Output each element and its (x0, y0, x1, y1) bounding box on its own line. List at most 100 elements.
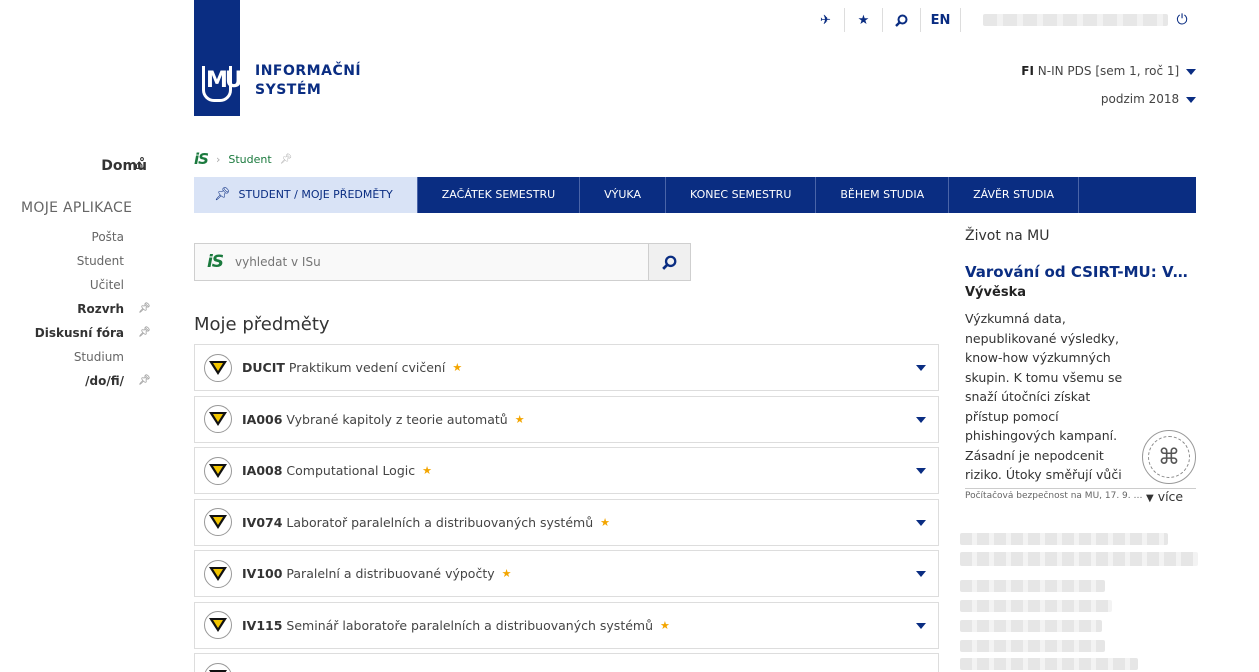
redacted-text (960, 658, 1138, 670)
course-code: DUCIT (242, 360, 285, 375)
course-row[interactable]: IV100 Paralelní a distribuované výpočty ★ (194, 550, 939, 597)
sidebar-item[interactable]: Pošta (0, 228, 124, 252)
faculty-emblem-icon (204, 559, 232, 588)
course-name: Paralelní a distribuované výpočty (286, 566, 495, 581)
faculty-emblem-icon (204, 508, 232, 536)
course-name: Praktikum vedení cvičení (288, 360, 446, 375)
course-code: IV115 (242, 617, 283, 633)
nav-tab[interactable]: KONEC SEMESTRU (666, 177, 817, 213)
search-icon[interactable] (883, 8, 921, 32)
tab-student-my-courses[interactable]: 📌︎ STUDENT / MOJE PŘEDMĚTY (194, 177, 418, 213)
course-row[interactable] (194, 653, 939, 672)
star-icon[interactable]: ★ (845, 8, 883, 32)
triangle-down-icon: ▼ (1146, 493, 1154, 504)
course-row[interactable]: IV074 Laboratoř paralelních a distribuova… (194, 498, 939, 546)
sidebar-item[interactable]: Studium (0, 348, 124, 372)
favorite-star-icon[interactable]: ★ (660, 619, 670, 632)
course-name: Vybrané kapitoly z teorie automatů (286, 411, 508, 427)
breadcrumb-current[interactable]: Student (228, 153, 271, 166)
panel-title: Život na MU (965, 228, 1050, 244)
sidebar-item-label: Student (76, 254, 124, 268)
pin-icon[interactable]: 📌︎ (138, 372, 151, 390)
pin-icon[interactable]: 📌︎ (280, 154, 293, 165)
logo-line2: SYSTÉM (255, 82, 322, 98)
program-label: N-IN PDS [sem 1, roč 1] (1037, 64, 1180, 78)
plane-icon[interactable]: ✈ (807, 8, 845, 32)
chevron-down-icon[interactable] (916, 468, 926, 474)
search-bar: iS (194, 243, 691, 281)
sidebar-item[interactable]: Rozvrh 📌︎ (0, 300, 150, 324)
sidebar-item[interactable]: Učitel (0, 276, 124, 300)
user-name-redacted[interactable] (983, 14, 1168, 26)
favorite-star-icon[interactable]: ★ (515, 413, 525, 426)
chevron-down-icon[interactable] (916, 622, 926, 629)
sidebar-heading: MOJE APLIKACE (21, 200, 133, 216)
faculty-emblem-icon (204, 353, 232, 382)
favorite-star-icon[interactable]: ★ (452, 361, 462, 374)
redacted-text (960, 580, 1105, 592)
faculty-emblem-icon (204, 456, 232, 485)
favorite-star-icon[interactable]: ★ (600, 516, 610, 529)
sidebar-item[interactable]: Diskusní fóra 📌︎ (0, 324, 151, 348)
news-title[interactable]: Varování od CSIRT-MU: Vědecká data (965, 263, 1193, 281)
chevron-down-icon[interactable] (916, 365, 926, 371)
course-row[interactable]: IV115 Seminář laboratoře paralelních a di… (194, 601, 939, 649)
mu-logo[interactable]: MU (194, 0, 243, 116)
is-title[interactable]: INFORMAČNÍ SYSTÉM (255, 62, 361, 100)
course-row[interactable]: IA006 Vybrané kapitoly z teorie automatů ★ (194, 395, 939, 443)
chevron-down-icon (1186, 96, 1196, 103)
course-name: Computational Logic (286, 463, 416, 478)
chevron-down-icon[interactable] (916, 571, 926, 577)
course-code: IA006 (242, 411, 283, 427)
sidebar-item-label: Rozvrh (77, 302, 124, 316)
language-switch[interactable]: EN (921, 8, 961, 32)
sidebar-item-label: /do/fi/ (85, 374, 124, 388)
search-button[interactable] (648, 244, 690, 280)
chevron-down-icon (1186, 68, 1196, 75)
course-code: IV100 (242, 566, 283, 581)
favorite-star-icon[interactable]: ★ (502, 567, 512, 580)
chevron-right-icon: › (215, 152, 221, 166)
logo-line1: INFORMAČNÍ (255, 63, 362, 79)
study-selector[interactable]: FI N-IN PDS [sem 1, roč 1] (1021, 64, 1196, 78)
sidebar-item-label: Pošta (91, 230, 124, 244)
redacted-text (960, 620, 1102, 632)
course-name: Laboratoř paralelních a distribuovaných … (286, 514, 594, 530)
sidebar-app-list: Pošta Student Učitel Rozvrh 📌︎ Diskusní fóra 📌… (0, 228, 151, 396)
home-icon[interactable]: ⌂ (135, 158, 143, 173)
breadcrumb: iS › Student 📌︎ (194, 150, 292, 168)
course-row[interactable]: DUCIT Praktikum vedení cvičení ★ (194, 344, 939, 391)
redacted-text (960, 533, 1168, 545)
course-row[interactable]: IA008 Computational Logic ★ (194, 447, 939, 494)
mu-seal-icon: ⌘ (1142, 430, 1196, 484)
nav-tab[interactable]: ZAČÁTEK SEMESTRU (418, 177, 581, 213)
faculty-emblem-icon (204, 611, 232, 639)
sidebar-item[interactable]: Student (0, 252, 124, 276)
is-logo-icon: iS (206, 252, 224, 272)
nav-tab[interactable]: VÝUKA (580, 177, 666, 213)
logout-icon[interactable]: ⏻ (1168, 12, 1196, 28)
news-category: Vývěska (965, 285, 1026, 300)
term-selector[interactable]: podzim 2018 (1101, 92, 1196, 106)
redacted-text (960, 600, 1112, 612)
search-input[interactable] (235, 244, 648, 280)
nav-tab[interactable]: BĚHEM STUDIA (816, 177, 950, 213)
main-nav: 📌︎ STUDENT / MOJE PŘEDMĚTY ZAČÁTEK SEMES… (194, 177, 1196, 213)
is-home-logo[interactable]: iS (194, 150, 209, 168)
redacted-text (960, 552, 1198, 566)
more-link[interactable]: ▼ více (1146, 489, 1183, 504)
news-body: Výzkumná data, nepublikované výsledky, k… (965, 311, 1123, 482)
chevron-down-icon[interactable] (916, 519, 926, 526)
nav-tab[interactable]: ZÁVĚR STUDIA (949, 177, 1080, 213)
sidebar-item[interactable]: /do/fi/ 📌︎ (0, 372, 151, 396)
sidebar-item-label: Učitel (89, 278, 124, 292)
news-source: Počítačová bezpečnost na MU, 17. 9. 2018 (965, 491, 1145, 501)
chevron-down-icon[interactable] (916, 416, 926, 423)
pin-icon[interactable]: 📌︎ (138, 324, 151, 342)
pin-icon[interactable]: 📌︎ (138, 300, 151, 318)
favorite-star-icon[interactable]: ★ (422, 464, 432, 477)
faculty-emblem-icon (204, 662, 232, 672)
faculty-label: FI (1021, 64, 1034, 78)
pin-icon: 📌︎ (214, 187, 231, 202)
course-code: IV074 (242, 514, 283, 530)
